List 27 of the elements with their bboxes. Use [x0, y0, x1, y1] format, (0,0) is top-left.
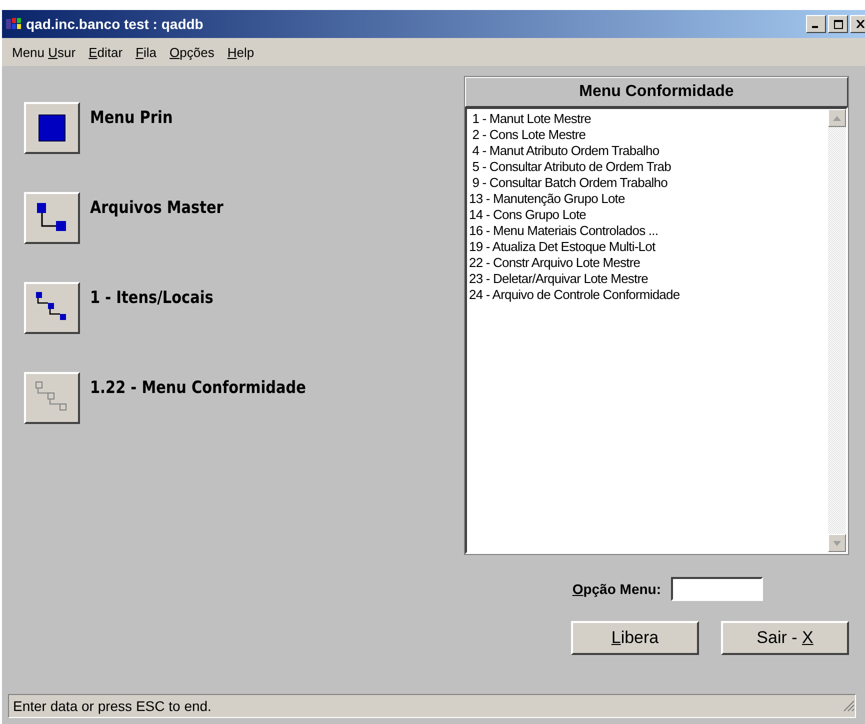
menu-item[interactable]: Editar [88, 44, 123, 60]
menu-level-label: 1 - Itens/Locais [90, 287, 214, 308]
menu-option[interactable]: 1 - Manut Lote Mestre [469, 111, 828, 127]
menu-option[interactable]: 5 - Consultar Atributo de Ordem Trab [469, 159, 828, 175]
menu-option[interactable]: 14 - Cons Grupo Lote [469, 207, 828, 223]
action-button[interactable]: Libera [571, 621, 699, 655]
menu-item[interactable]: Help [227, 44, 254, 60]
menu-option[interactable]: 4 - Manut Atributo Ordem Trabalho [469, 143, 828, 159]
menu-level-label: Menu Prin [90, 107, 173, 128]
menu-option[interactable]: 16 - Menu Materiais Controlados ... [469, 223, 828, 239]
status-text: Enter data or press ESC to end. [13, 698, 212, 714]
menu-item[interactable]: Menu Usur [12, 44, 76, 60]
menu-item[interactable]: Opções [170, 44, 214, 60]
menu-option[interactable]: 13 - Manutenção Grupo Lote [469, 191, 828, 207]
window-title: qad.inc.banco test : qaddb [26, 16, 204, 32]
option-label: Opção Menu: [572, 581, 661, 597]
panel-header: Menu Conformidade [465, 77, 848, 107]
action-button[interactable]: Sair - X [721, 621, 849, 655]
menu-option[interactable]: 22 - Constr Arquivo Lote Mestre [469, 255, 828, 271]
menu-option[interactable]: 2 - Cons Lote Mestre [469, 127, 828, 143]
menu-option[interactable]: 19 - Atualiza Det Estoque Multi-Lot [469, 239, 828, 255]
menu-item[interactable]: Fila [136, 44, 157, 60]
menu-level-label: Arquivos Master [90, 197, 224, 218]
menu-option[interactable]: 24 - Arquivo de Controle Conformidade [469, 287, 828, 303]
menu-option[interactable]: 9 - Consultar Batch Ordem Trabalho [469, 175, 828, 191]
menu-level-label: 1.22 - Menu Conformidade [90, 377, 306, 398]
menu-option[interactable]: 23 - Deletar/Arquivar Lote Mestre [469, 271, 828, 287]
